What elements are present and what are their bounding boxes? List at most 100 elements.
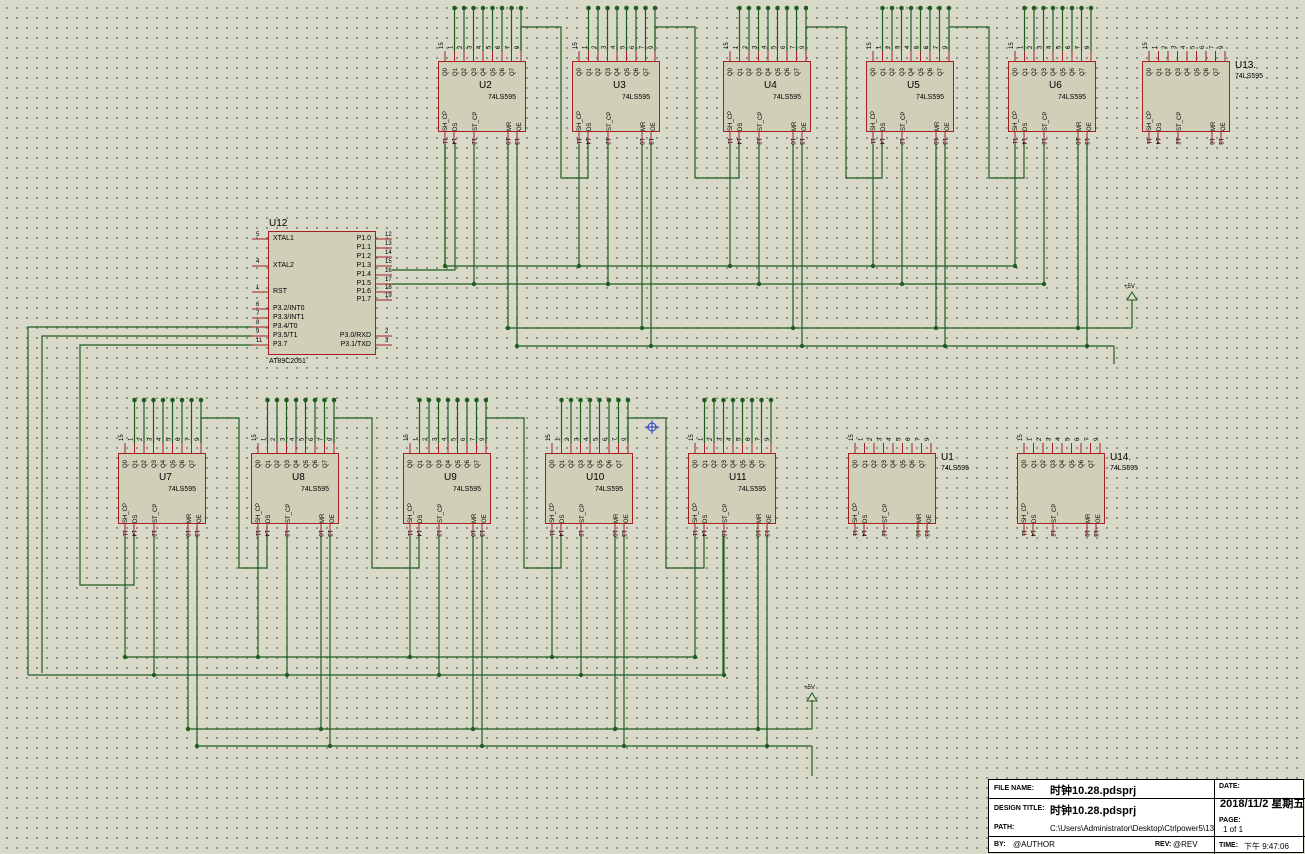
- pin-name: Q6: [180, 459, 186, 468]
- pin-number: 12: [1049, 530, 1055, 537]
- pin-number: 10: [789, 138, 795, 145]
- pin-number: 15: [252, 434, 258, 441]
- pin-name: DS: [587, 122, 593, 131]
- pin-name: Q0: [408, 459, 414, 468]
- shift-register-u9[interactable]: U9 74LS595 Q0 Q1 Q2 Q3 Q4 Q5 Q6 Q7 SH_CP DS ST_CP MR O…: [403, 453, 491, 524]
- shift-register-u10[interactable]: U10 74LS595 Q0 Q1 Q2 Q3 Q4 Q5 Q6 Q7 SH_CP DS ST_CP MR…: [545, 453, 633, 524]
- pin-name: Q4: [588, 459, 594, 468]
- pin-number: 12: [435, 530, 441, 537]
- junction-dot: [442, 263, 448, 269]
- pin-name: Q4: [161, 459, 167, 468]
- output-terminal: [471, 5, 476, 11]
- pin-number: 10: [469, 530, 475, 537]
- pin-number: 2: [138, 437, 144, 441]
- pin-number: 1: [1019, 45, 1025, 49]
- pin-number: 10: [184, 530, 190, 537]
- shift-register-u8[interactable]: U8 74LS595 Q0 Q1 Q2 Q3 Q4 Q5 Q6 Q7 SH_CP DS ST_CP MR O…: [251, 453, 339, 524]
- pin-number: 12: [720, 530, 726, 537]
- output-terminal: [265, 397, 270, 403]
- pin-number: 14: [450, 138, 456, 145]
- chip-part: 74LS595: [488, 94, 517, 101]
- pin-name: Q1: [702, 459, 709, 468]
- pin-number: 15: [573, 42, 579, 49]
- pin-number: 7: [319, 437, 325, 441]
- shift-register-u3[interactable]: U3 74LS595 Q0 Q1 Q2 Q3 Q4 Q5 Q6 Q7 SH_CP DS ST_CP MR O…: [572, 61, 660, 132]
- shift-register-u1[interactable]: U1 74LS595 Q0 Q1 Q2 Q3 Q4 Q5 Q6 Q7 SH_CP DS ST_CP MR O…: [848, 452, 969, 524]
- pin-number: 11: [575, 138, 581, 145]
- mcu-pin-name: P3.0/RXD: [339, 332, 371, 339]
- shift-register-u2[interactable]: U2 74LS595 Q0 Q1 Q2 Q3 Q4 Q5 Q6 Q7 SH_CP DS ST_CP MR O…: [438, 61, 526, 132]
- pin-name: Q6: [1070, 67, 1076, 76]
- pin-number: 7: [640, 45, 646, 49]
- output-terminal: [322, 397, 327, 403]
- mcu-chip-u12[interactable]: U12 AT89C2051 XTAL1 5 XTAL2 4 RST 1 P3.2/INT0 6…: [256, 218, 392, 365]
- pin-number: 9: [1219, 45, 1225, 49]
- junction-dot: [471, 281, 477, 287]
- shift-register-u5[interactable]: U5 74LS595 Q0 Q1 Q2 Q3 Q4 Q5 Q6 Q7 SH_CP DS ST_CP MR O…: [866, 61, 954, 132]
- output-terminal: [586, 5, 591, 11]
- pin-number: 3: [281, 437, 287, 441]
- pin-name: Q0: [550, 459, 556, 468]
- shift-register-u11[interactable]: U11 74LS595 Q0 Q1 Q2 Q3 Q4 Q5 Q6 Q7 SH_CP DS ST_CP MR…: [688, 453, 776, 524]
- shift-register-u4[interactable]: U4 74LS595 Q0 Q1 Q2 Q3 Q4 Q5 Q6 Q7 SH_CP DS ST_CP MR O…: [723, 61, 811, 132]
- pin-number: 13: [513, 138, 519, 145]
- pin-name: Q6: [910, 459, 916, 468]
- pin-number: 3: [1038, 45, 1044, 49]
- output-terminal: [293, 397, 299, 403]
- pin-number: 7: [756, 437, 762, 441]
- pin-name: Q1: [417, 459, 424, 468]
- pin-name: Q7: [919, 459, 926, 468]
- pin-name: Q7: [759, 459, 766, 468]
- junction-dot: [639, 325, 645, 331]
- pin-name: DS: [266, 514, 272, 523]
- pin-name: DS: [418, 514, 424, 523]
- output-terminal: [490, 5, 495, 11]
- pin-name: MR: [935, 121, 941, 131]
- output-terminal: [803, 5, 809, 11]
- output-terminal: [721, 397, 726, 403]
- pin-number: 7: [791, 45, 797, 49]
- junction-dot: [505, 325, 511, 331]
- pin-number: 15: [546, 434, 552, 441]
- pin-number: 14: [263, 530, 269, 537]
- pin-name: Q3: [605, 67, 612, 76]
- output-terminal: [499, 5, 505, 11]
- pin-name: MR: [641, 121, 647, 131]
- chip-part: 74LS595: [916, 94, 945, 101]
- pin-name: Q1: [737, 67, 744, 76]
- shift-register-u13[interactable]: U13. 74LS595 Q0 Q1 Q2 Q3 Q4 Q5 Q6 Q7 SH_CP DS ST_CP M…: [1142, 60, 1263, 132]
- pin-name: DS: [1032, 514, 1038, 523]
- pin-number: 14: [584, 138, 590, 145]
- output-terminal: [889, 5, 895, 11]
- junction-dot: [578, 672, 584, 678]
- output-terminal: [765, 5, 771, 11]
- shift-register-u6[interactable]: U6 74LS595 Q0 Q1 Q2 Q3 Q4 Q5 Q6 Q7 SH_CP DS ST_CP MR O…: [1008, 61, 1096, 132]
- pin-number: 11: [441, 138, 447, 145]
- output-terminal: [1050, 5, 1056, 11]
- pin-name: OE: [1096, 514, 1102, 523]
- output-terminal: [417, 397, 422, 403]
- shift-register-u7[interactable]: U7 74LS595 Q0 Q1 Q2 Q3 Q4 Q5 Q6 Q7 SH_CP DS ST_CP MR O…: [118, 453, 206, 524]
- pin-number: 15: [724, 42, 730, 49]
- pin-number: 4: [290, 437, 296, 441]
- pin-number: 15: [1009, 42, 1015, 49]
- pin-number: 13: [647, 138, 653, 145]
- pin-number: 11: [406, 530, 412, 537]
- pin-name: Q2: [142, 459, 148, 468]
- chip-part: 74LS595: [941, 465, 970, 472]
- output-terminal: [312, 397, 318, 403]
- junction-dot: [612, 726, 618, 732]
- pin-number: 15: [119, 434, 125, 441]
- pin-name: MR: [757, 513, 763, 523]
- pin-number: 5: [897, 437, 903, 441]
- pin-number: 6: [1075, 437, 1081, 441]
- mcu-pin-name: P1.7: [356, 296, 371, 303]
- shift-register-u14[interactable]: U14. 74LS595 Q0 Q1 Q2 Q3 Q4 Q5 Q6 Q7 SH_CP DS ST_CP M…: [1017, 452, 1138, 524]
- pin-name: SH_CP: [728, 110, 734, 131]
- pin-number: 1: [859, 437, 865, 441]
- mcu-pin-name: P1.5: [356, 280, 371, 287]
- pin-name: Q1: [862, 459, 869, 468]
- pin-number: 4: [905, 45, 911, 49]
- mcu-ref: U12: [269, 218, 288, 229]
- pin-number: 1: [583, 45, 589, 49]
